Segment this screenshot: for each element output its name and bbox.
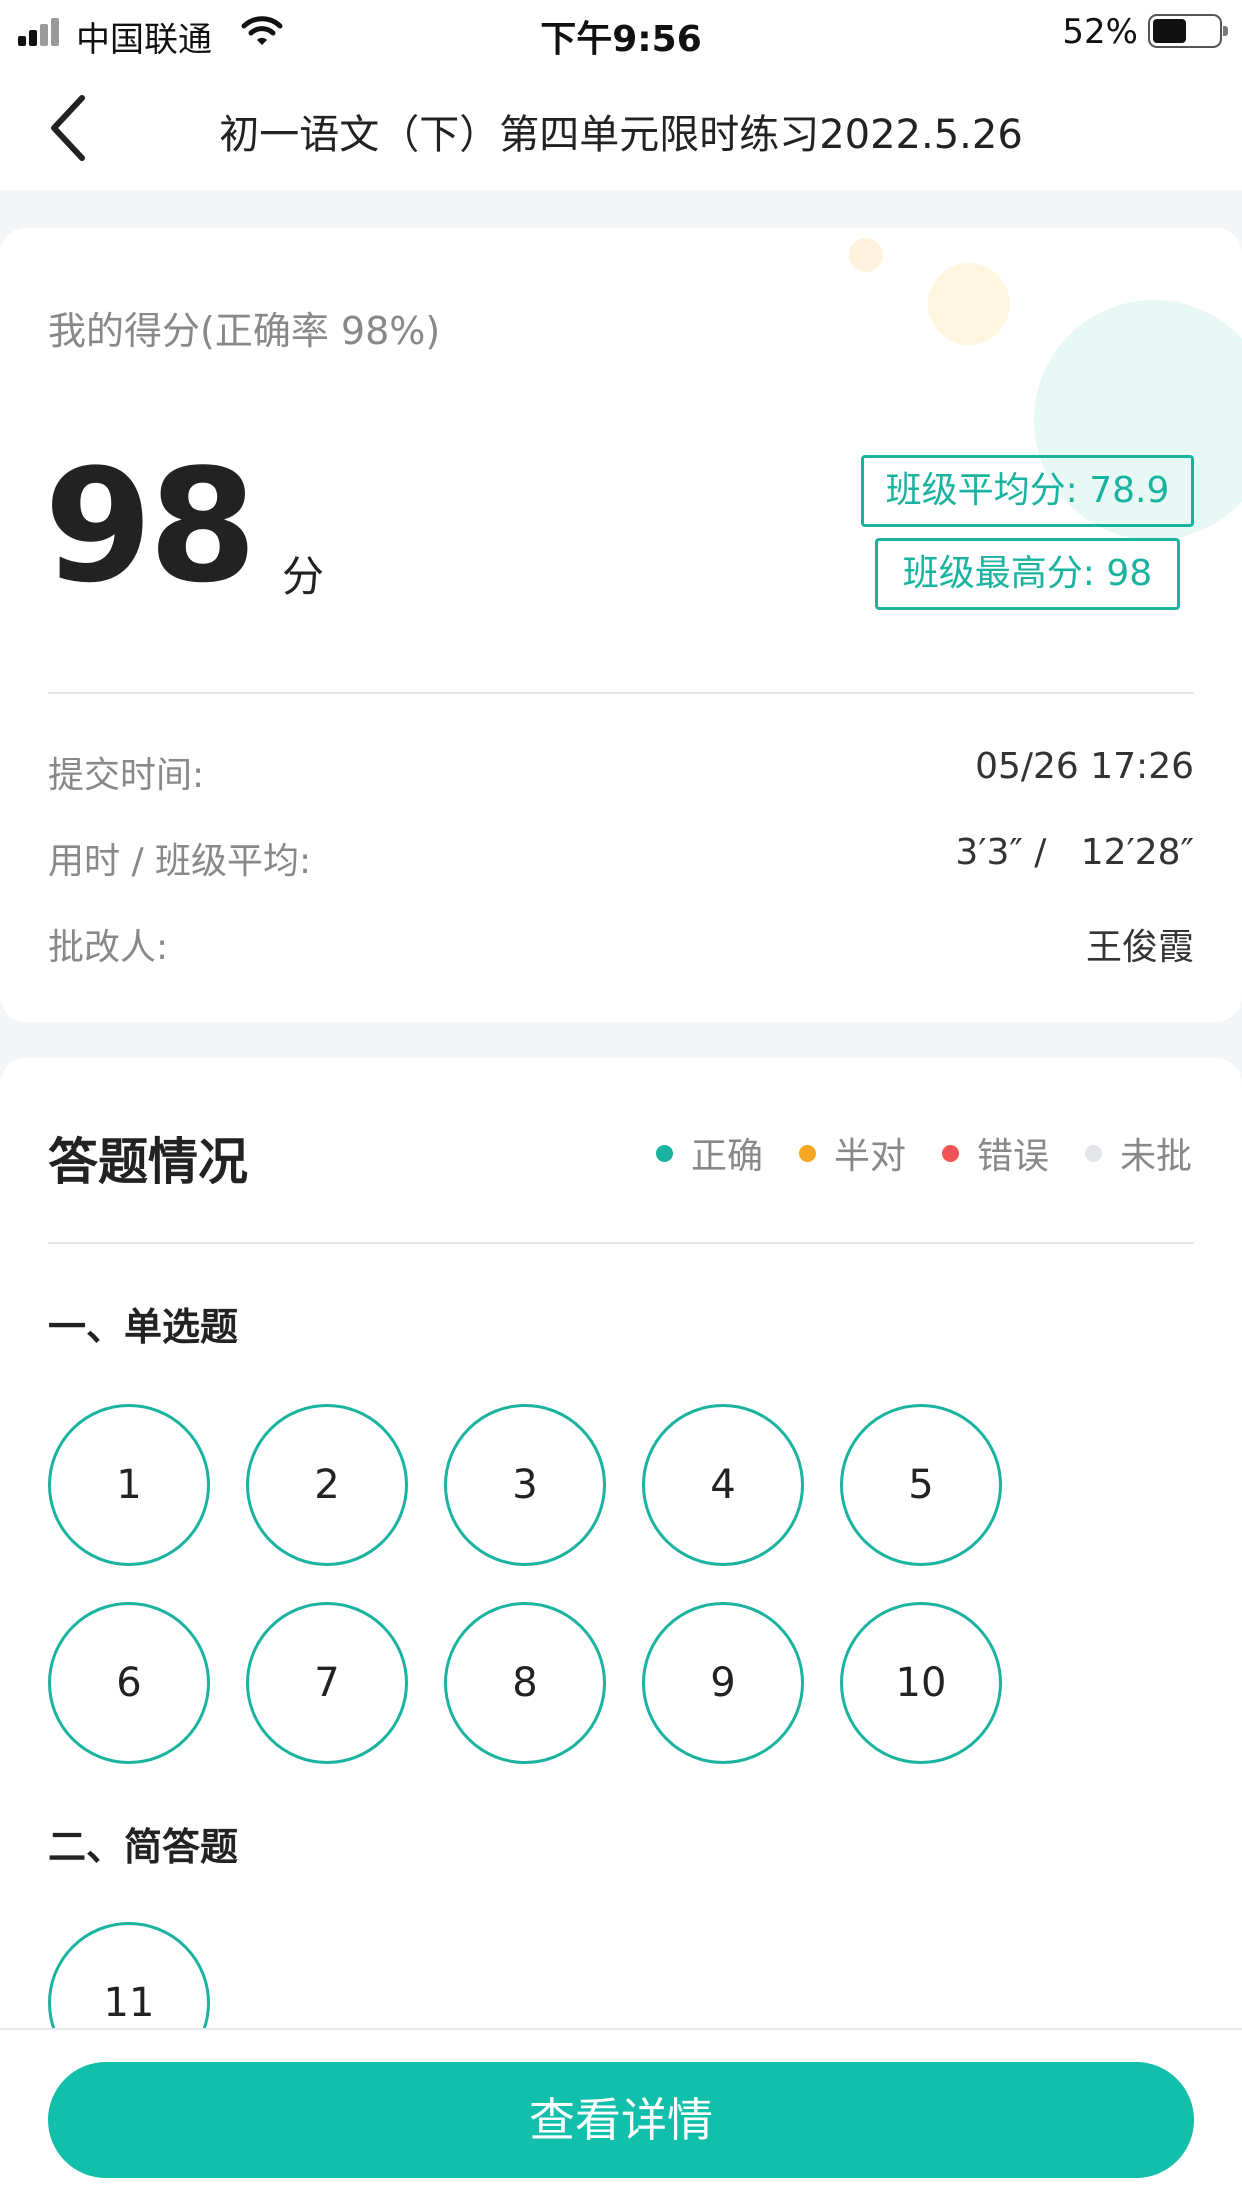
decor-circle [928,263,1010,345]
view-details-button[interactable]: 查看详情 [48,2062,1194,2178]
score-label: 我的得分(正确率 98%) [48,309,441,353]
answer-legend: 正确 半对 错误 未批 [620,1127,1192,1179]
nav-bar: 初一语文（下）第四单元限时练习2022.5.26 [0,66,1242,190]
legend-dot-icon [655,1144,673,1162]
divider [48,692,1194,694]
question-bubble[interactable]: 6 [48,1602,210,1764]
battery-icon [1148,14,1228,48]
bottom-bar: 查看详情 [0,2028,1242,2208]
legend-label: 正确 [690,1136,763,1177]
answer-section-title: 答题情况 [48,1133,248,1191]
legend-item-ungraded: 未批 [1084,1127,1192,1179]
class-average-badge: 班级平均分: 78.9 [861,455,1194,527]
question-bubble[interactable]: 3 [444,1404,606,1566]
question-bubble[interactable]: 4 [642,1404,804,1566]
question-bubble[interactable]: 5 [840,1404,1002,1566]
legend-label: 未批 [1119,1136,1192,1177]
page-title: 初一语文（下）第四单元限时练习2022.5.26 [219,112,1023,158]
section-title-single-choice: 一、单选题 [48,1305,239,1349]
legend-item-half: 半对 [798,1127,906,1179]
score-value: 98 [44,435,257,617]
question-bubble[interactable]: 10 [840,1602,1002,1764]
legend-label: 半对 [833,1136,906,1177]
legend-item-wrong: 错误 [941,1127,1049,1179]
legend-dot-icon [1084,1144,1102,1162]
question-bubble[interactable]: 1 [48,1404,210,1566]
submit-time-value: 05/26 17:26 [975,746,1194,787]
grader-value: 王俊霞 [1085,927,1194,968]
legend-dot-icon [941,1144,959,1162]
duration-row: 用时 / 班级平均: 3′3″ / 12′28″ [48,832,1194,882]
grader-label: 批改人: [48,927,169,968]
section-title-short-answer: 二、简答题 [48,1825,239,1869]
status-time: 下午9:56 [540,19,702,60]
battery-fill [1153,19,1186,43]
duration-value: 3′3″ / 12′28″ [955,832,1194,873]
legend-dot-icon [798,1144,816,1162]
question-bubble[interactable]: 7 [246,1602,408,1764]
question-bubble[interactable]: 9 [642,1602,804,1764]
score-unit: 分 [282,552,325,601]
legend-item-correct: 正确 [655,1127,763,1179]
submit-time-label: 提交时间: [48,755,205,796]
duration-label: 用时 / 班级平均: [48,841,312,882]
class-max-badge: 班级最高分: 98 [875,538,1180,610]
score-card: 我的得分(正确率 98%) 98 分 班级平均分: 78.9 班级最高分: 98… [0,228,1242,1022]
legend-label: 错误 [976,1136,1049,1177]
decor-circle [849,238,883,272]
question-bubble[interactable]: 8 [444,1602,606,1764]
battery-percent: 52% [1062,12,1138,52]
submit-time-row: 提交时间: 05/26 17:26 [48,746,1194,796]
status-bar: 中国联通 下午9:56 52% [0,0,1242,66]
grader-row: 批改人: 王俊霞 [48,918,1194,968]
divider [48,1242,1194,1244]
question-bubble[interactable]: 2 [246,1404,408,1566]
